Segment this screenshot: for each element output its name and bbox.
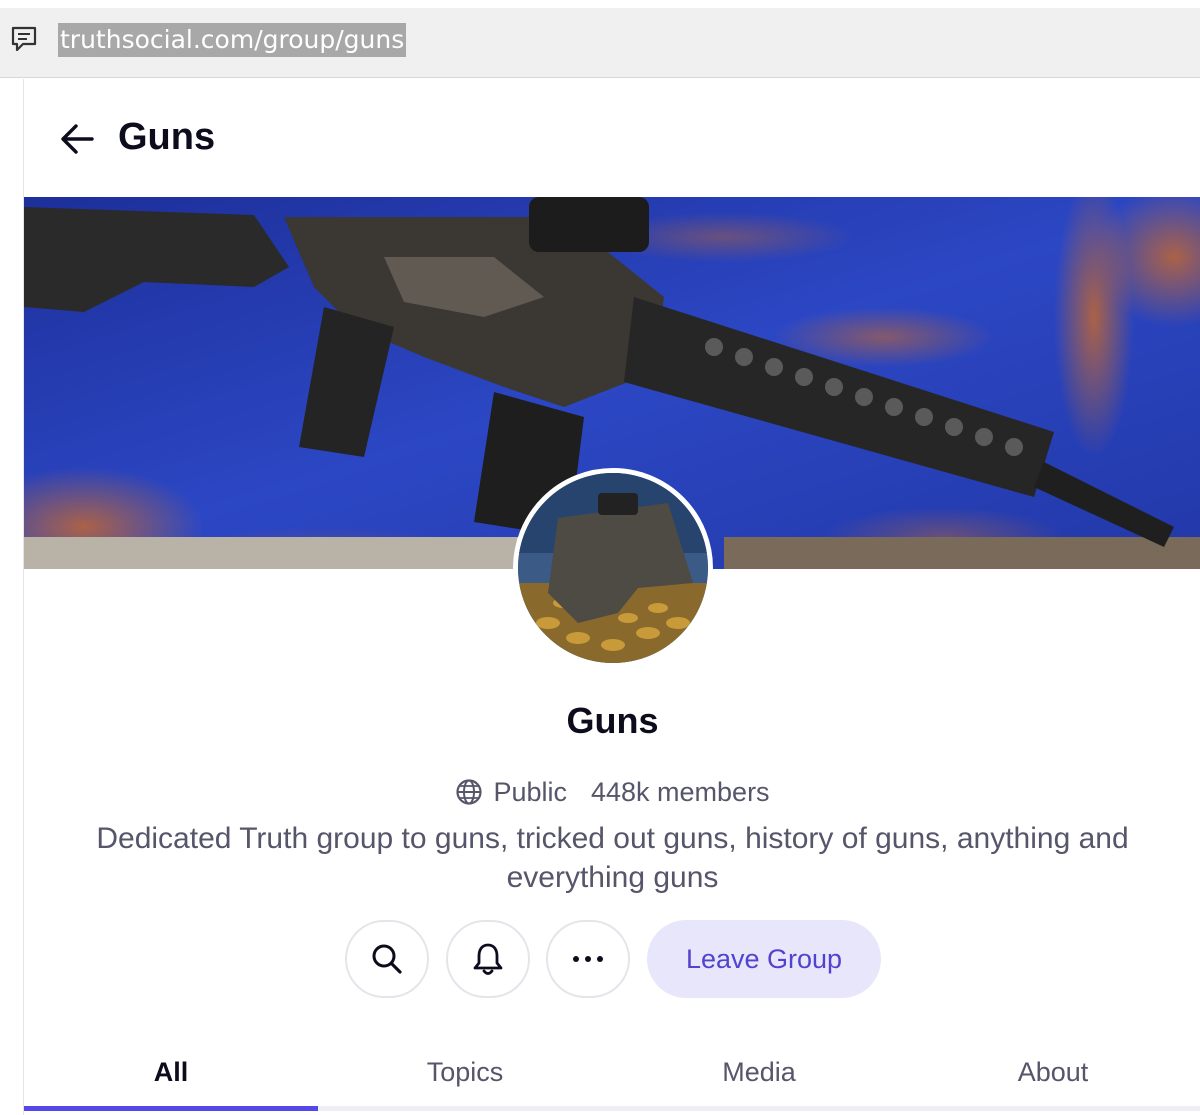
browser-address-bar: truthsocial.com/group/guns xyxy=(0,0,1200,78)
member-count: 448k members xyxy=(590,777,770,807)
group-avatar xyxy=(513,468,713,668)
browser-top-strip xyxy=(0,0,1200,8)
url-text[interactable]: truthsocial.com/group/guns xyxy=(58,23,407,57)
group-tabs: All Topics Media About xyxy=(24,1044,1200,1115)
tab-all[interactable]: All xyxy=(24,1044,318,1106)
page-title: Guns xyxy=(118,116,216,158)
more-horizontal-icon xyxy=(573,956,603,962)
bell-icon xyxy=(473,943,503,975)
arrow-left-icon[interactable] xyxy=(56,117,100,161)
tab-about[interactable]: About xyxy=(906,1044,1200,1106)
group-name: Guns xyxy=(566,700,659,741)
page-header: Guns xyxy=(24,79,1200,197)
group-description: Dedicated Truth group to guns, tricked o… xyxy=(96,822,1129,894)
group-page: Guns Guns Public 448k members Dedicated … xyxy=(23,79,1200,1115)
leave-group-button[interactable]: Leave Group xyxy=(647,920,881,998)
comment-page-icon[interactable] xyxy=(9,24,39,54)
privacy-label: Public xyxy=(493,777,567,807)
group-meta: Public 448k members xyxy=(24,772,1200,812)
globe-icon xyxy=(456,779,483,805)
active-tab-indicator xyxy=(24,1106,318,1111)
search-button[interactable] xyxy=(345,920,429,998)
notifications-button[interactable] xyxy=(446,920,530,998)
tab-topics[interactable]: Topics xyxy=(318,1044,612,1106)
more-options-button[interactable] xyxy=(546,920,630,998)
search-icon xyxy=(372,944,402,974)
tab-media[interactable]: Media xyxy=(612,1044,906,1106)
